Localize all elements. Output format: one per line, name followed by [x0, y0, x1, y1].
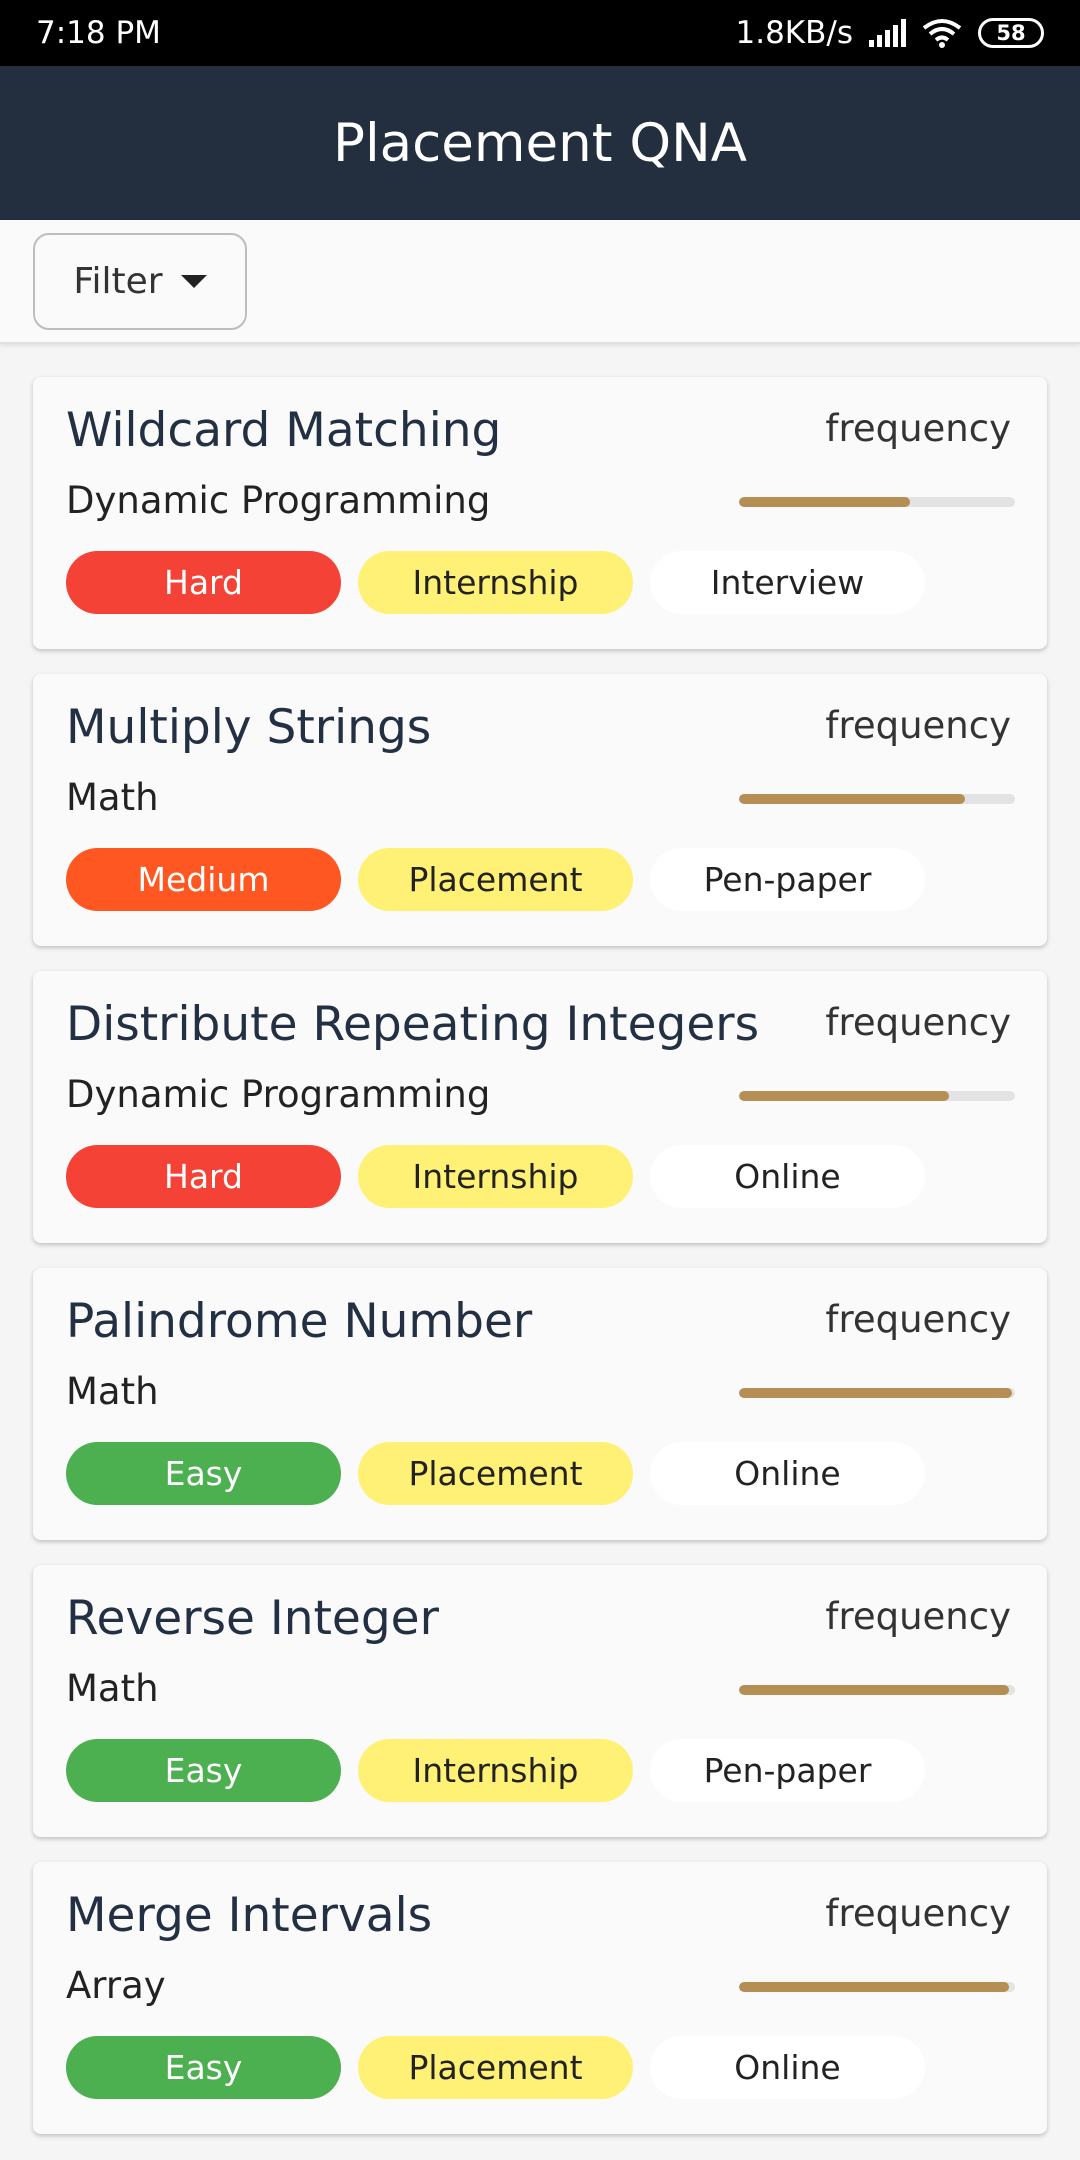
round-chip: Online	[650, 1145, 925, 1208]
type-chip: Placement	[358, 1442, 633, 1505]
filter-dropdown[interactable]: Filter	[33, 233, 247, 330]
question-topic: Math	[66, 776, 159, 819]
question-title: Reverse Integer	[66, 1591, 439, 1646]
frequency-label: frequency	[825, 704, 1011, 747]
filter-bar: Filter	[0, 220, 1080, 344]
question-title: Distribute Repeating Integers	[66, 997, 760, 1052]
difficulty-chip: Hard	[66, 1145, 341, 1208]
question-topic: Math	[66, 1667, 159, 1710]
question-topic: Dynamic Programming	[66, 479, 491, 522]
type-chip: Internship	[358, 551, 633, 614]
frequency-bar-fill	[739, 1685, 1010, 1695]
difficulty-chip: Easy	[66, 2036, 341, 2099]
frequency-bar	[739, 1388, 1015, 1398]
type-chip: Placement	[358, 848, 633, 911]
battery-level: 58	[996, 21, 1026, 45]
frequency-bar-fill	[739, 1388, 1013, 1398]
frequency-label: frequency	[825, 1001, 1011, 1044]
status-bar: 7:18 PM 1.8KB/s 58	[0, 0, 1080, 66]
filter-label: Filter	[73, 261, 163, 302]
app-bar: Placement QNA	[0, 66, 1080, 220]
question-topic: Array	[66, 1964, 166, 2007]
frequency-label: frequency	[825, 1595, 1011, 1638]
round-chip: Pen-paper	[650, 1739, 925, 1802]
frequency-bar	[739, 1685, 1015, 1695]
tag-row: Easy Placement Online	[66, 1442, 925, 1505]
round-chip: Interview	[650, 551, 925, 614]
tag-row: Easy Internship Pen-paper	[66, 1739, 925, 1802]
app-title: Placement QNA	[333, 112, 747, 174]
difficulty-chip: Hard	[66, 551, 341, 614]
type-chip: Internship	[358, 1145, 633, 1208]
frequency-bar-fill	[739, 497, 911, 507]
frequency-bar-fill	[739, 794, 966, 804]
question-card[interactable]: Wildcard Matching frequency Dynamic Progra…	[33, 377, 1047, 649]
frequency-bar-fill	[739, 1091, 949, 1101]
status-time: 7:18 PM	[36, 15, 161, 51]
frequency-bar	[739, 497, 1015, 507]
type-chip: Internship	[358, 1739, 633, 1802]
frequency-label: frequency	[825, 1298, 1011, 1341]
question-topic: Dynamic Programming	[66, 1073, 491, 1116]
question-topic: Math	[66, 1370, 159, 1413]
question-card[interactable]: Distribute Repeating Integers frequency Dy…	[33, 971, 1047, 1243]
question-title: Palindrome Number	[66, 1294, 533, 1349]
round-chip: Online	[650, 1442, 925, 1505]
frequency-bar	[739, 794, 1015, 804]
question-title: Multiply Strings	[66, 700, 432, 755]
round-chip: Online	[650, 2036, 925, 2099]
tag-row: Medium Placement Pen-paper	[66, 848, 925, 911]
type-chip: Placement	[358, 2036, 633, 2099]
question-title: Wildcard Matching	[66, 403, 502, 458]
difficulty-chip: Easy	[66, 1442, 341, 1505]
network-speed: 1.8KB/s	[735, 15, 854, 51]
tag-row: Hard Internship Online	[66, 1145, 925, 1208]
frequency-bar	[739, 1091, 1015, 1101]
question-card[interactable]: Reverse Integer frequency Math Easy Internsh…	[33, 1565, 1047, 1837]
round-chip: Pen-paper	[650, 848, 925, 911]
status-icons: 1.8KB/s 58	[735, 15, 1044, 51]
question-card[interactable]: Multiply Strings frequency Math Medium Place…	[33, 674, 1047, 946]
difficulty-chip: Easy	[66, 1739, 341, 1802]
frequency-bar-fill	[739, 1982, 1010, 1992]
question-card[interactable]: Merge Intervals frequency Array Easy Placeme…	[33, 1862, 1047, 2134]
frequency-bar	[739, 1982, 1015, 1992]
battery-icon: 58	[978, 18, 1044, 48]
tag-row: Easy Placement Online	[66, 2036, 925, 2099]
question-card[interactable]: Palindrome Number frequency Math Easy Placem…	[33, 1268, 1047, 1540]
question-title: Merge Intervals	[66, 1888, 433, 1943]
frequency-label: frequency	[825, 407, 1011, 450]
wifi-icon	[922, 19, 962, 48]
caret-down-icon	[180, 275, 207, 288]
difficulty-chip: Medium	[66, 848, 341, 911]
signal-icon	[869, 19, 906, 47]
frequency-label: frequency	[825, 1892, 1011, 1935]
tag-row: Hard Internship Interview	[66, 551, 925, 614]
